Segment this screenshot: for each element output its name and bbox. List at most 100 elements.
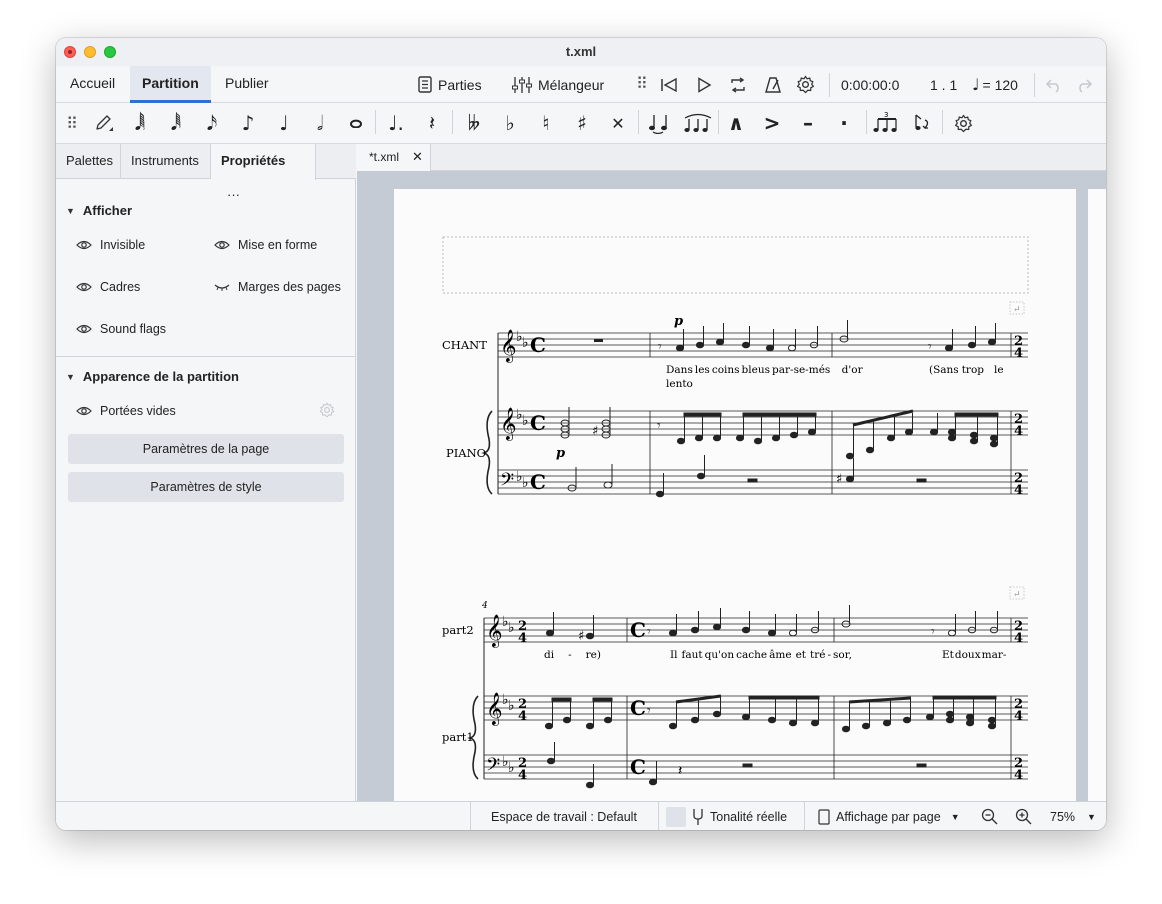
thirty-second-note-button[interactable]: 𝅘𝅥𝅱 (160, 107, 192, 139)
zoom-in-button[interactable] (1015, 802, 1032, 830)
double-flat-button[interactable]: 𝄫 (458, 107, 490, 139)
rewind-button[interactable] (660, 66, 678, 103)
double-sharp-button[interactable]: ✕ (602, 107, 634, 139)
maximize-window-button[interactable] (104, 46, 116, 58)
drag-handle-icon[interactable]: ⠿ (636, 66, 648, 103)
appearance-section-header[interactable]: ▼ Apparence de la partition (66, 369, 239, 384)
svg-text:♭: ♭ (508, 620, 515, 636)
loop-button[interactable] (729, 66, 747, 103)
svg-text:♯: ♯ (592, 424, 598, 439)
svg-text:♭: ♭ (522, 413, 529, 429)
tab-score[interactable]: Partition (130, 66, 211, 103)
svg-text:𝄞: 𝄞 (500, 329, 517, 363)
minimize-window-button[interactable] (84, 46, 96, 58)
quarter-note-icon: ♩ (279, 111, 289, 135)
metronome-button[interactable] (764, 66, 782, 103)
toggle-frames[interactable]: Cadres (76, 280, 140, 294)
svg-text:♭: ♭ (522, 335, 529, 351)
vocal-staff-label: CHANT (442, 338, 487, 352)
playback-settings-button[interactable] (796, 66, 815, 103)
checkbox-icon[interactable] (666, 806, 686, 827)
app-window: t.xml Accueil Partition Publier Parties … (56, 38, 1106, 830)
parts-button[interactable]: Parties (418, 66, 482, 103)
more-options-icon[interactable]: ··· (227, 187, 240, 202)
svg-text:↵: ↵ (1013, 305, 1021, 315)
tab-palettes[interactable]: Palettes (56, 144, 121, 179)
title-bar: t.xml (56, 38, 1106, 66)
panel-tabs: Palettes Instruments Propriétés ··· (56, 144, 356, 202)
eye-icon (76, 324, 92, 334)
concert-pitch-toggle[interactable]: Tonalité réelle (666, 802, 787, 830)
svg-text:𝄞: 𝄞 (486, 614, 503, 648)
view-mode-dropdown[interactable]: Affichage par page ▼ (818, 802, 960, 830)
marcato-button[interactable]: ∧ (720, 107, 752, 139)
tab-home[interactable]: Accueil (58, 66, 127, 103)
tab-instruments[interactable]: Instruments (121, 144, 211, 179)
whole-note-button[interactable] (340, 107, 372, 139)
svg-text:𝄞: 𝄞 (486, 692, 503, 726)
dotted-note-button[interactable]: ♩. (380, 107, 412, 139)
svg-text:4: 4 (518, 631, 527, 646)
document-tab[interactable]: *t.xml ✕ (357, 144, 431, 171)
tie-button[interactable] (643, 107, 675, 139)
svg-text:𝄾: 𝄾 (647, 703, 651, 719)
svg-text:C: C (630, 755, 646, 779)
toolbar-settings-button[interactable] (947, 107, 979, 139)
toggle-invisible[interactable]: Invisible (76, 238, 145, 252)
zoom-dropdown[interactable]: 75% ▼ (1050, 802, 1096, 830)
mixer-button[interactable]: Mélangeur (512, 66, 604, 103)
score-canvas[interactable]: ↵ 𝄞 𝄞 𝄢 ♭ ♭ ♭ ♭ ♭ ♭ C C C p p 𝄾 𝄾 2 4 2 … (357, 171, 1106, 801)
dynamic-marking: p (674, 314, 683, 329)
properties-panel: Palettes Instruments Propriétés ··· ▼ Af… (56, 144, 356, 801)
mixer-label: Mélangeur (538, 76, 605, 93)
tenuto-button[interactable]: – (792, 107, 824, 139)
score-page[interactable]: ↵ 𝄞 𝄞 𝄢 ♭ ♭ ♭ ♭ ♭ ♭ C C C p p 𝄾 𝄾 2 4 2 … (394, 189, 1076, 801)
sixteenth-note-button[interactable]: 𝅘𝅥𝅯 (196, 107, 228, 139)
toggle-empty-staves[interactable]: Portées vides (76, 404, 176, 418)
close-icon[interactable]: ✕ (412, 144, 423, 170)
zoom-out-button[interactable] (981, 802, 998, 830)
note-input-toolbar: ⠿ 𝅘𝅥𝅲 𝅘𝅥𝅱 𝅘𝅥𝅯 ♪ ♩ 𝅗𝅥 ♩. 𝄽 𝄫 ♭ ♮ ♯ ✕ ∧ > (56, 103, 1106, 144)
sharp-button[interactable]: ♯ (566, 107, 598, 139)
flat-button[interactable]: ♭ (494, 107, 526, 139)
flip-direction-button[interactable] (906, 107, 938, 139)
redo-button[interactable] (1075, 66, 1093, 103)
tuplet-button[interactable]: 3 (870, 107, 902, 139)
staccato-button[interactable]: · (828, 107, 860, 139)
half-note-button[interactable]: 𝅗𝅥 (304, 107, 336, 139)
concert-pitch-label: Tonalité réelle (710, 809, 788, 824)
svg-text:𝄾: 𝄾 (928, 339, 932, 355)
svg-text:4: 4 (518, 768, 527, 783)
drag-handle-icon[interactable]: ⠿ (56, 107, 88, 139)
svg-text:𝄾: 𝄾 (647, 624, 651, 640)
close-window-button[interactable] (64, 46, 76, 58)
toggle-formatting[interactable]: Mise en forme (214, 238, 317, 252)
toggle-sound-flags[interactable]: Sound flags (76, 322, 166, 336)
tab-publish[interactable]: Publier (213, 66, 281, 103)
workspace-selector[interactable]: Espace de travail : Default (491, 802, 637, 830)
undo-button[interactable] (1045, 66, 1063, 103)
svg-text:4: 4 (1014, 631, 1023, 646)
quarter-note-button[interactable]: ♩ (268, 107, 300, 139)
parts-label: Parties (438, 76, 482, 93)
toggle-page-margins[interactable]: Marges des pages (214, 280, 341, 294)
sixty-fourth-note-button[interactable]: 𝅘𝅥𝅲 (124, 107, 156, 139)
note-input-button[interactable] (88, 107, 120, 139)
style-settings-button[interactable]: Paramètres de style (68, 472, 344, 502)
rest-button[interactable]: 𝄽 (416, 107, 448, 139)
svg-text:♭: ♭ (508, 760, 515, 776)
eighth-note-button[interactable]: ♪ (232, 107, 264, 139)
tab-properties[interactable]: Propriétés ··· (211, 144, 316, 202)
page-settings-button[interactable]: Paramètres de la page (68, 434, 344, 464)
natural-button[interactable]: ♮ (530, 107, 562, 139)
svg-text:4: 4 (1014, 346, 1023, 361)
svg-text:C: C (530, 470, 546, 494)
dotted-note-icon: ♩. (388, 111, 404, 135)
show-section-header[interactable]: ▼ Afficher (66, 203, 132, 218)
accent-button[interactable]: > (756, 107, 788, 139)
svg-text:3: 3 (884, 111, 888, 119)
flip-direction-icon (915, 114, 929, 130)
play-button[interactable] (696, 66, 712, 103)
slur-button[interactable] (679, 107, 717, 139)
empty-staves-settings-button[interactable] (319, 402, 335, 418)
